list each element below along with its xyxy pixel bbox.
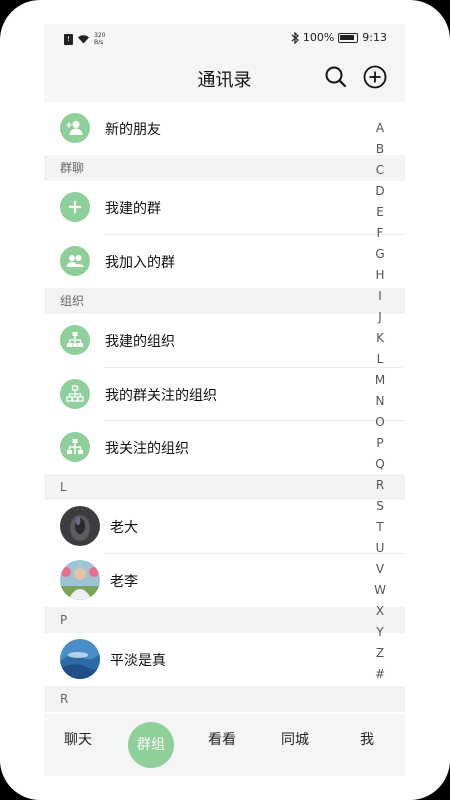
- index-letter[interactable]: G: [370, 244, 390, 265]
- tab-local[interactable]: 同城: [279, 728, 311, 752]
- avatar: [60, 560, 100, 600]
- section-header-groups: 群聊: [44, 155, 405, 181]
- index-letter[interactable]: U: [370, 538, 390, 559]
- status-bar: ! 320 B/s 100% 9:13: [44, 24, 405, 54]
- section-header-p: P: [44, 607, 405, 633]
- sim-icon: !: [64, 33, 73, 45]
- app-header: 通讯录: [44, 54, 405, 102]
- index-letter[interactable]: Y: [370, 622, 390, 643]
- index-letter[interactable]: T: [370, 517, 390, 538]
- plus-icon: [60, 192, 90, 222]
- wifi-icon: [78, 35, 89, 44]
- index-letter[interactable]: S: [370, 496, 390, 517]
- clock: 9:13: [362, 31, 387, 44]
- battery-icon: [338, 32, 359, 43]
- index-letter[interactable]: F: [370, 223, 390, 244]
- tab-group[interactable]: 群组: [128, 722, 174, 768]
- list-item-label: 我建的组织: [105, 334, 175, 350]
- list-item-followed-orgs[interactable]: 我关注的组织: [44, 421, 405, 474]
- index-letter[interactable]: W: [370, 580, 390, 601]
- index-letter[interactable]: M: [370, 370, 390, 391]
- index-letter[interactable]: R: [370, 475, 390, 496]
- index-letter[interactable]: O: [370, 412, 390, 433]
- add-icon[interactable]: [362, 64, 388, 90]
- people-icon: [60, 246, 90, 276]
- index-letter[interactable]: Q: [370, 454, 390, 475]
- list-item-my-orgs[interactable]: 我建的组织: [44, 314, 405, 367]
- index-letter[interactable]: C: [370, 160, 390, 181]
- section-header-orgs: 组织: [44, 288, 405, 314]
- list-item-label: 我建的群: [105, 201, 161, 217]
- index-letter[interactable]: N: [370, 391, 390, 412]
- section-header-r: R: [44, 686, 405, 712]
- tab-watch[interactable]: 看看: [206, 728, 238, 752]
- contact-name: 老大: [110, 520, 138, 536]
- list-item-group-followed-orgs[interactable]: 我的群关注的组织: [44, 368, 405, 421]
- list-item-label: 我加入的群: [105, 255, 175, 271]
- index-letter[interactable]: X: [370, 601, 390, 622]
- index-letter[interactable]: L: [370, 349, 390, 370]
- search-icon[interactable]: [323, 64, 349, 90]
- contact-row-laoli[interactable]: 老李: [44, 554, 405, 607]
- index-letter[interactable]: J: [370, 307, 390, 328]
- list-item-joined-groups[interactable]: 我加入的群: [44, 235, 405, 288]
- section-header-l: L: [44, 474, 405, 500]
- org-chart-icon: [60, 325, 90, 355]
- avatar: [60, 639, 100, 679]
- list-item-label: 新的朋友: [105, 122, 161, 138]
- list-item-label: 我的群关注的组织: [105, 388, 217, 404]
- contact-row-pingdan[interactable]: 平淡是真: [44, 633, 405, 686]
- bluetooth-icon: [291, 31, 299, 44]
- list-item-my-groups[interactable]: 我建的群: [44, 181, 405, 234]
- list-item-label: 我关注的组织: [105, 441, 189, 457]
- index-letter[interactable]: V: [370, 559, 390, 580]
- battery-percent: 100%: [302, 31, 335, 44]
- index-letter[interactable]: K: [370, 328, 390, 349]
- index-letter[interactable]: E: [370, 202, 390, 223]
- org-chart-icon: [60, 432, 90, 462]
- org-chart-icon: [60, 379, 90, 409]
- index-letter[interactable]: D: [370, 181, 390, 202]
- contact-name: 平淡是真: [110, 653, 166, 669]
- screen: ! 320 B/s 100% 9:13 通讯录 新的朋友 群聊 我建的群 我加入…: [44, 24, 405, 776]
- contact-name: 老李: [110, 574, 138, 590]
- list-item-new-friends[interactable]: 新的朋友: [44, 102, 405, 155]
- tab-me[interactable]: 我: [357, 728, 377, 752]
- index-letter[interactable]: P: [370, 433, 390, 454]
- index-letter[interactable]: #: [370, 664, 390, 685]
- add-friend-icon: [60, 113, 90, 143]
- contact-row-laoda[interactable]: 老大: [44, 500, 405, 553]
- index-letter[interactable]: Z: [370, 643, 390, 664]
- bottom-nav: 聊天 群组 看看 同城 我: [44, 714, 405, 776]
- avatar: [60, 506, 100, 546]
- index-letter[interactable]: H: [370, 265, 390, 286]
- phone-frame: ! 320 B/s 100% 9:13 通讯录 新的朋友 群聊 我建的群 我加入…: [0, 0, 450, 800]
- alphabet-index[interactable]: A B C D E F G H I J K L M N O P Q R S T U V W X Y Z #: [370, 118, 390, 685]
- page-title: 通讯录: [197, 70, 252, 91]
- index-letter[interactable]: I: [370, 286, 390, 307]
- index-letter[interactable]: A: [370, 118, 390, 139]
- index-letter[interactable]: B: [370, 139, 390, 160]
- tab-chat[interactable]: 聊天: [62, 728, 94, 752]
- network-speed: 320 B/s: [94, 32, 106, 46]
